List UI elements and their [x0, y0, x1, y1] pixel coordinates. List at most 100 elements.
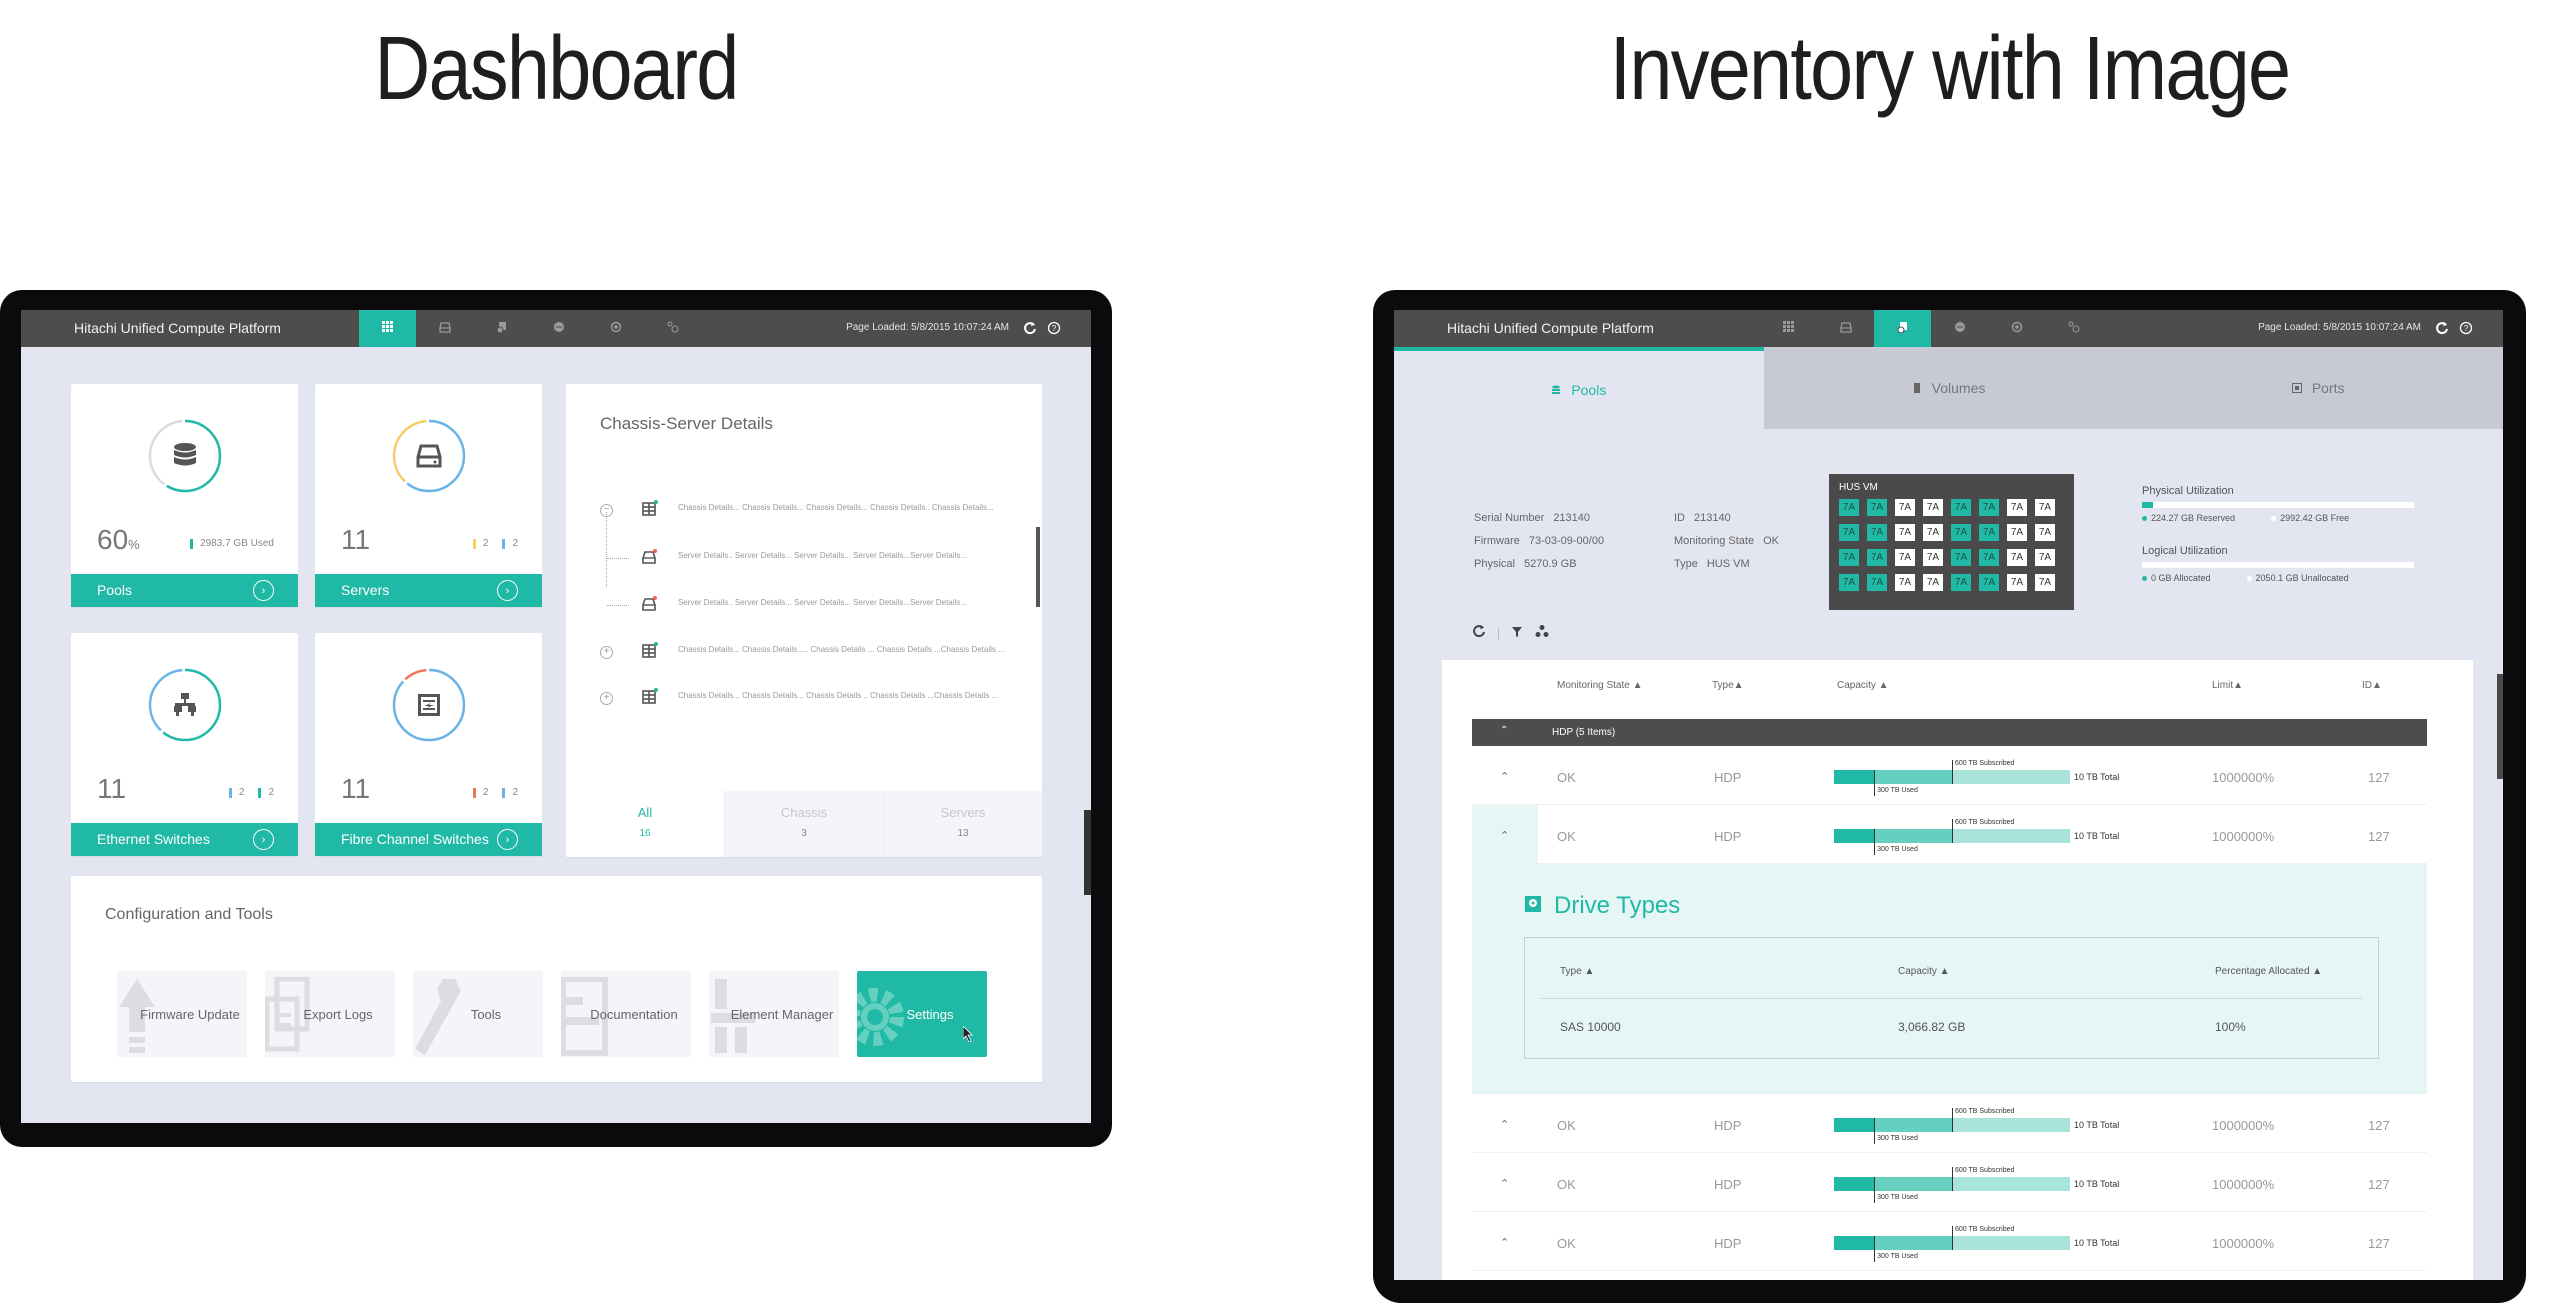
drive-slot[interactable]: 7A [2007, 524, 2027, 541]
table-row[interactable]: ⌃ OK HDP 600 TB Subscribed 300 TB Used 10 TB … [1472, 746, 2427, 805]
drive-slot[interactable]: 7A [1923, 549, 1943, 566]
expand-toggle-icon[interactable]: ⌃ [1500, 1118, 1509, 1131]
nav-settings-link[interactable] [644, 310, 701, 347]
nav-dashboard-grid[interactable] [359, 310, 416, 347]
nav-storage[interactable] [473, 310, 530, 347]
expand-icon[interactable]: + [600, 645, 613, 659]
table-row[interactable]: ⌃ OK HDP 600 TB Subscribed 300 TB Used 10 TB … [1472, 805, 2427, 864]
collapse-icon[interactable]: ⌃ [1500, 725, 1508, 736]
panel-scrollbar[interactable] [1036, 527, 1040, 607]
chevron-right-icon[interactable]: › [497, 829, 518, 850]
column-header[interactable]: Limit▲ [2212, 680, 2243, 691]
column-header[interactable]: Monitoring State ▲ [1557, 680, 1643, 691]
drive-slot[interactable]: 7A [1839, 574, 1859, 591]
nav-network[interactable] [530, 310, 587, 347]
table-row[interactable]: ⌃ OK HDP 600 TB Subscribed 300 TB Used 10 TB … [1472, 1153, 2427, 1212]
column-header[interactable]: Type▲ [1712, 680, 1744, 691]
drive-slot[interactable]: 7A [1923, 574, 1943, 591]
collapse-icon[interactable]: − [600, 503, 613, 517]
column-header[interactable]: Capacity ▲ [1898, 966, 1950, 977]
tool-tools[interactable]: Tools [413, 971, 543, 1057]
column-header[interactable]: Type ▲ [1560, 966, 1594, 977]
tab-all[interactable]: All 16 [566, 791, 724, 857]
drive-slot[interactable]: 7A [1979, 499, 1999, 516]
chevron-right-icon[interactable]: › [253, 829, 274, 850]
drive-slot[interactable]: 7A [1923, 524, 1943, 541]
server-row[interactable]: Server Details.. Server Details... Serve… [600, 548, 1020, 568]
page-scrollbar[interactable] [2497, 674, 2503, 779]
tool-firmware-update[interactable]: Firmware Update [117, 971, 247, 1057]
refresh-icon[interactable] [1472, 624, 1486, 643]
page-scrollbar[interactable] [1084, 810, 1091, 895]
ethernet-switches-link[interactable]: Ethernet Switches › [71, 823, 298, 856]
expand-toggle-icon[interactable]: ⌃ [1500, 1236, 1509, 1249]
drive-slot[interactable]: 7A [1951, 499, 1971, 516]
drive-slot[interactable]: 7A [2035, 524, 2055, 541]
drive-slot[interactable]: 7A [1867, 549, 1887, 566]
chassis-row[interactable]: − Chassis Details... Chassis Details... C… [600, 500, 1020, 520]
expand-toggle-icon[interactable]: ⌃ [1500, 1177, 1509, 1190]
drive-slot[interactable]: 7A [2007, 499, 2027, 516]
drive-slot[interactable]: 7A [1951, 549, 1971, 566]
table-row[interactable]: ⌃ OK HDP 600 TB Subscribed 300 TB Used 10 TB … [1472, 1094, 2427, 1153]
expand-toggle-icon[interactable]: ⌃ [1500, 829, 1509, 842]
nav-fibre-channel[interactable] [587, 310, 644, 347]
drive-slot[interactable]: 7A [2007, 574, 2027, 591]
drive-slot[interactable]: 7A [1895, 499, 1915, 516]
chevron-right-icon[interactable]: › [497, 580, 518, 601]
chassis-row[interactable]: + Chassis Details... Chassis Details... C… [600, 688, 1020, 708]
drive-slot[interactable]: 7A [1839, 524, 1859, 541]
expand-toggle-icon[interactable]: ⌃ [1500, 770, 1509, 783]
fibre-channel-switches-link[interactable]: Fibre Channel Switches › [315, 823, 542, 856]
nav-settings-link[interactable] [2045, 310, 2102, 347]
table-row[interactable]: ⌃ OK HDP 600 TB Subscribed 300 TB Used 10 TB … [1472, 1212, 2427, 1271]
tab-volumes[interactable]: Volumes [1763, 347, 2134, 429]
drive-slot[interactable]: 7A [1867, 524, 1887, 541]
column-header[interactable]: Percentage Allocated ▲ [2215, 966, 2322, 977]
nav-server[interactable] [416, 310, 473, 347]
drive-slot[interactable]: 7A [2035, 499, 2055, 516]
help-icon[interactable]: ? [2457, 319, 2475, 337]
tool-export-logs[interactable]: Export Logs [265, 971, 395, 1057]
servers-link[interactable]: Servers › [315, 574, 542, 607]
drive-slot[interactable]: 7A [1923, 499, 1943, 516]
help-icon[interactable]: ? [1045, 319, 1063, 337]
group-icon[interactable] [1535, 624, 1549, 643]
tab-chassis[interactable]: Chassis 3 [724, 791, 883, 857]
drive-slot[interactable]: 7A [1895, 524, 1915, 541]
group-row[interactable]: ⌃ HDP (5 Items) [1472, 719, 2427, 746]
expand-icon[interactable]: + [600, 691, 613, 705]
column-header[interactable]: ID▲ [2362, 680, 2382, 691]
drive-slot[interactable]: 7A [2035, 574, 2055, 591]
chassis-row[interactable]: + Chassis Details... Chassis Details.....… [600, 642, 1020, 662]
server-row[interactable]: Server Details.. Server Details... Serve… [600, 595, 1020, 615]
tab-servers[interactable]: Servers 13 [883, 791, 1042, 857]
drive-slot[interactable]: 7A [1867, 499, 1887, 516]
filter-icon[interactable] [1511, 625, 1523, 643]
drive-slot[interactable]: 7A [1839, 499, 1859, 516]
nav-server[interactable] [1817, 310, 1874, 347]
nav-fibre-channel[interactable] [1988, 310, 2045, 347]
chevron-right-icon[interactable]: › [253, 580, 274, 601]
column-header[interactable]: Capacity ▲ [1837, 680, 1889, 691]
drive-slot[interactable]: 7A [1951, 524, 1971, 541]
drive-slot[interactable]: 7A [1979, 549, 1999, 566]
refresh-icon[interactable] [1021, 319, 1039, 337]
drive-slot[interactable]: 7A [1895, 574, 1915, 591]
drive-slot[interactable]: 7A [1895, 549, 1915, 566]
tool-settings[interactable]: Settings [857, 971, 987, 1057]
tab-ports[interactable]: Ports [2133, 347, 2503, 429]
drive-slot[interactable]: 7A [1979, 524, 1999, 541]
nav-dashboard-grid[interactable] [1760, 310, 1817, 347]
drive-slot[interactable]: 7A [1979, 574, 1999, 591]
drive-slot[interactable]: 7A [2035, 549, 2055, 566]
drive-slot[interactable]: 7A [1951, 574, 1971, 591]
tool-element-manager[interactable]: Element Manager [709, 971, 839, 1057]
drive-slot[interactable]: 7A [2007, 549, 2027, 566]
drive-slot[interactable]: 7A [1867, 574, 1887, 591]
drive-slot[interactable]: 7A [1839, 549, 1859, 566]
tab-pools[interactable]: Pools [1394, 347, 1764, 429]
refresh-icon[interactable] [2433, 319, 2451, 337]
nav-network[interactable] [1931, 310, 1988, 347]
tool-documentation[interactable]: Documentation [561, 971, 691, 1057]
